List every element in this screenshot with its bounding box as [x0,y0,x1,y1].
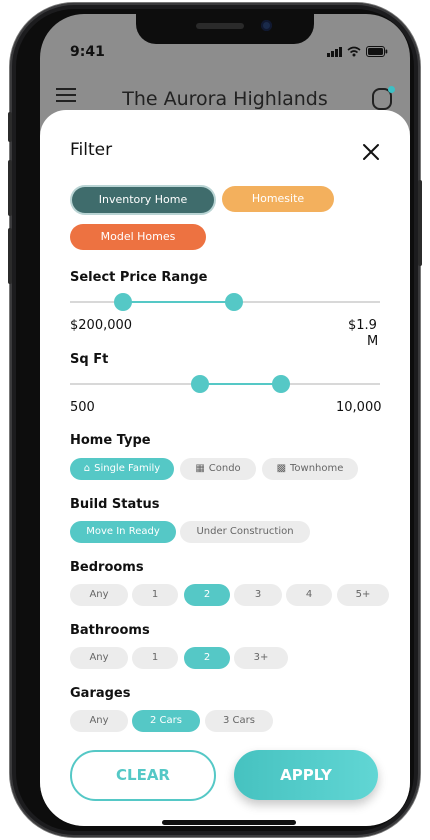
clear-button[interactable]: CLEAR [70,750,216,801]
sqft-heading: Sq Ft [70,352,109,367]
build-status-move-in-ready[interactable]: Move In Ready [70,521,176,543]
garages-heading: Garages [70,686,131,701]
bedrooms-2[interactable]: 2 [184,584,230,606]
phone-screen: 9:41 The Aurora Highlands Filter Invento… [40,14,410,826]
home-type-condo[interactable]: ▦ Condo [180,458,256,480]
garages-2-cars[interactable]: 2 Cars [132,710,200,732]
bathrooms-heading: Bathrooms [70,623,150,638]
bedrooms-any[interactable]: Any [70,584,128,606]
bedrooms-1[interactable]: 1 [132,584,178,606]
home-type-label: Condo [208,463,241,474]
phone-volume-up [8,160,12,216]
signal-icon [327,47,342,57]
bedrooms-5-plus[interactable]: 5+ [337,584,389,606]
bedrooms-3[interactable]: 3 [234,584,282,606]
bedrooms-heading: Bedrooms [70,560,144,575]
type-pill-inventory-home[interactable]: Inventory Home [72,187,214,213]
battery-icon [366,46,388,57]
sqft-min-handle[interactable] [191,375,210,393]
bedrooms-4[interactable]: 4 [286,584,332,606]
notch [136,14,314,44]
home-type-single-family[interactable]: ⌂ Single Family [70,458,174,480]
filter-sheet: Filter Inventory Home Homesite Model Hom… [40,110,410,826]
home-icon: ⌂ [83,463,91,474]
status-time: 9:41 [70,44,105,60]
home-type-label: Townhome [290,463,344,474]
sqft-max-label: 10,000 [336,400,382,415]
build-status-heading: Build Status [70,497,160,512]
price-max-label: $1.9 [348,318,377,333]
bathrooms-2[interactable]: 2 [184,647,230,669]
phone-mute-switch [8,112,12,142]
bathrooms-3-plus[interactable]: 3+ [234,647,288,669]
price-max-label-suffix: M [367,334,379,349]
price-slider-range [122,301,235,303]
speaker-grille [196,23,244,29]
apply-button[interactable]: APPLY [234,750,378,800]
garages-3-cars[interactable]: 3 Cars [205,710,273,732]
home-type-heading: Home Type [70,433,151,448]
price-min-handle[interactable] [113,293,132,311]
type-pill-model-homes[interactable]: Model Homes [70,224,206,250]
garages-any[interactable]: Any [70,710,128,732]
price-heading: Select Price Range [70,270,208,285]
price-max-handle[interactable] [225,293,244,311]
sqft-max-handle[interactable] [271,375,290,393]
home-indicator [162,820,296,825]
wifi-icon [347,46,361,57]
home-type-label: Single Family [94,463,161,474]
build-status-under-construction[interactable]: Under Construction [180,521,310,543]
bathrooms-any[interactable]: Any [70,647,128,669]
close-icon[interactable] [358,139,384,165]
building-icon: ▦ [195,463,205,474]
sqft-slider-range [200,383,281,385]
filter-title: Filter [70,140,113,160]
notification-dot [388,86,395,93]
phone-power-button [418,180,422,266]
home-type-townhome[interactable]: ▩ Townhome [262,458,358,480]
front-camera [261,20,272,31]
townhome-icon: ▩ [276,463,287,474]
type-pill-homesite[interactable]: Homesite [222,186,334,212]
bathrooms-1[interactable]: 1 [132,647,178,669]
status-icons [327,46,388,57]
community-title: The Aurora Highlands [122,88,328,110]
phone-volume-down [8,228,12,284]
sqft-min-label: 500 [70,400,95,415]
price-min-label: $200,000 [70,318,133,333]
